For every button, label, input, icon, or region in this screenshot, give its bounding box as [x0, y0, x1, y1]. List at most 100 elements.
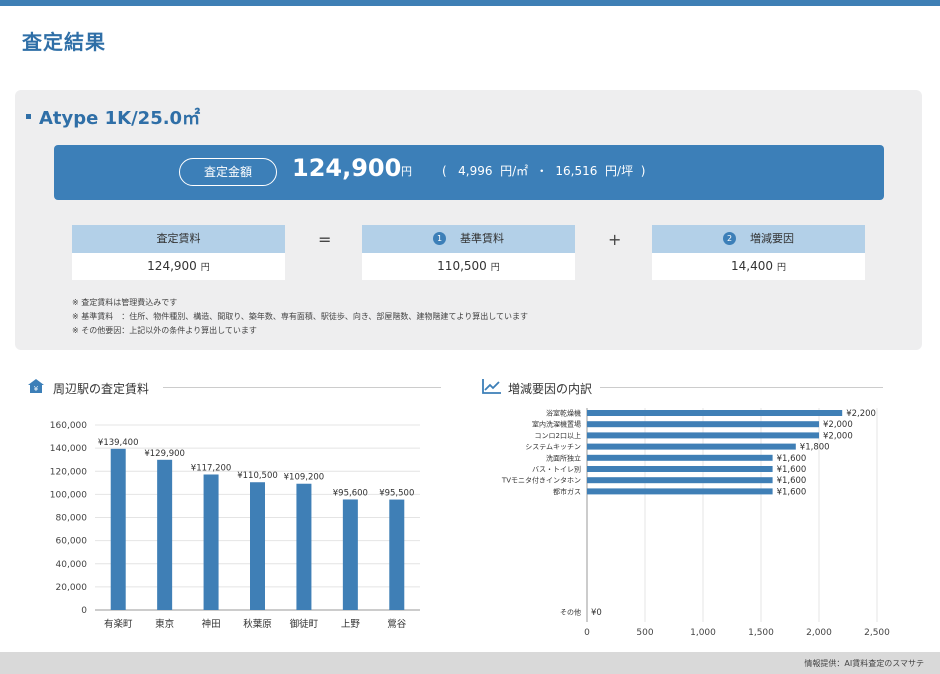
bar	[342, 499, 358, 610]
bar	[587, 488, 773, 495]
y-tick-label: 100,000	[50, 490, 87, 500]
x-tick-label: 500	[636, 628, 653, 638]
adjust-card: 2 増減要因 14,400 円	[652, 225, 865, 280]
y-tick-label: コンロ2口以上	[535, 431, 581, 440]
equals-sign: =	[318, 230, 332, 249]
bar	[587, 454, 773, 461]
data-label: ¥0	[591, 608, 602, 618]
bar	[587, 421, 819, 428]
property-type-title: Atype 1K/25.0㎡	[26, 104, 200, 130]
bar	[587, 410, 843, 416]
x-tick-label: 2,000	[806, 628, 832, 638]
factor-section-title: 増減要因の内訳	[508, 382, 593, 396]
data-label: ¥1,600	[777, 487, 807, 497]
x-tick-label: 秋葉原	[243, 618, 272, 630]
y-tick-label: 浴室乾燥機	[546, 409, 581, 418]
data-label: ¥139,400	[98, 438, 139, 448]
y-tick-label: TVモニタ付きインタホン	[501, 476, 581, 485]
y-tick-label: 都市ガス	[553, 487, 581, 496]
base-rent-card-label: 1 基準賃料	[362, 225, 575, 253]
bar	[587, 466, 773, 472]
assessment-price: 124,900	[292, 154, 402, 182]
x-tick-label: 東京	[155, 618, 174, 630]
page-title: 査定結果	[22, 30, 106, 54]
data-label: ¥95,500	[379, 489, 414, 499]
footer-credit: 情報提供：AI賃料査定のスマサテ	[804, 659, 924, 668]
unit-price-info: ( 4,996 円/㎡ ・ 16,516 円/坪 )	[442, 164, 646, 178]
adjust-unit: 円	[776, 263, 786, 273]
rent-card: 査定賃料 124,900 円	[72, 225, 285, 280]
x-tick-label: 鶯谷	[387, 618, 407, 630]
y-tick-label: 室内洗濯機置場	[532, 420, 581, 429]
base-rent-card-value: 110,500 円	[362, 253, 575, 280]
base-label: 基準賃料	[460, 232, 504, 245]
data-label: ¥110,500	[237, 471, 278, 481]
svg-text:¥: ¥	[34, 385, 39, 393]
y-tick-label: 40,000	[56, 560, 88, 570]
y-tick-label: 20,000	[56, 583, 88, 593]
data-label: ¥1,600	[777, 454, 807, 464]
note-line: ※ 査定賃料は管理費込みです	[72, 298, 178, 307]
base-value: 110,500	[437, 259, 487, 273]
y-tick-label: 0	[81, 606, 87, 616]
bar	[203, 474, 219, 610]
assessment-label: 査定金額	[179, 158, 277, 186]
adjust-card-label: 2 増減要因	[652, 225, 865, 253]
x-tick-label: 上野	[341, 619, 361, 630]
bar	[157, 459, 173, 610]
station-section-title: 周辺駅の査定賃料	[53, 382, 150, 396]
plus-sign: +	[608, 230, 622, 249]
y-tick-label: 140,000	[50, 444, 87, 454]
note-line: ※ 基準賃料 ：住所、物件種別、構造、間取り、築年数、専有面積、駅徒歩、向き、部…	[72, 312, 528, 321]
note-line: ※ その他要因：上記以外の条件より算出しています	[72, 326, 257, 335]
bar	[587, 477, 773, 484]
data-label: ¥95,600	[333, 488, 368, 498]
data-label: ¥2,000	[823, 420, 853, 430]
top-accent-bar	[0, 0, 940, 6]
rent-card-label: 査定賃料	[72, 225, 285, 253]
y-tick-label: 60,000	[56, 537, 88, 547]
number-badge-2: 2	[723, 231, 736, 245]
data-label: ¥109,200	[284, 473, 325, 483]
bar	[587, 432, 819, 439]
data-label: ¥2,200	[846, 409, 876, 419]
bar	[389, 499, 405, 610]
data-label: ¥2,000	[823, 431, 853, 441]
data-label: ¥1,600	[777, 476, 807, 486]
x-tick-label: 1,500	[748, 628, 774, 638]
y-tick-label: 80,000	[56, 514, 88, 524]
adjust-value: 14,400	[730, 259, 773, 273]
data-label: ¥129,900	[144, 449, 185, 459]
x-tick-label: 0	[584, 628, 590, 638]
number-badge-1: 1	[433, 231, 446, 245]
factor-breakdown-chart: 0 500 1,000 1,500 2,000 2,500 浴室乾燥機 ¥2,200 室内洗濯機…	[501, 408, 890, 638]
rent-card-value: 124,900 円	[72, 253, 285, 280]
x-tick-label: 神田	[202, 618, 221, 630]
station-rent-chart: 0 20,000 40,000 60,000 80,000 100,000 120,000 1…	[50, 421, 420, 630]
data-label: ¥1,800	[800, 443, 830, 453]
bar	[110, 448, 126, 610]
base-rent-card: 1 基準賃料 110,500 円	[362, 225, 575, 280]
base-unit: 円	[490, 263, 500, 273]
y-tick-label: 120,000	[50, 467, 87, 477]
assessment-banner: 査定金額 124,900 円 ( 4,996 円/㎡ ・ 16,516 円/坪 …	[54, 145, 884, 200]
rent-value: 124,900	[147, 259, 197, 273]
section-divider	[600, 387, 883, 388]
bar	[296, 483, 312, 610]
y-tick-label: 160,000	[50, 421, 87, 431]
trend-chart-icon	[482, 379, 501, 394]
x-tick-label: 2,500	[864, 628, 890, 638]
bar	[587, 443, 796, 450]
bullet-icon	[26, 113, 31, 119]
rent-unit: 円	[200, 263, 210, 273]
assessment-price-unit: 円	[401, 165, 412, 178]
y-tick-label: バス・トイレ別	[532, 465, 581, 474]
adjust-label: 増減要因	[750, 232, 794, 245]
x-tick-label: 御徒町	[290, 618, 319, 630]
y-tick-label: その他	[560, 608, 581, 617]
y-tick-label: 洗面所独立	[546, 453, 581, 462]
data-label: ¥1,600	[777, 465, 807, 475]
footer-bar: 情報提供：AI賃料査定のスマサテ	[0, 652, 940, 674]
type-title-text: Atype 1K/25.0㎡	[39, 108, 201, 129]
bar	[250, 482, 265, 610]
